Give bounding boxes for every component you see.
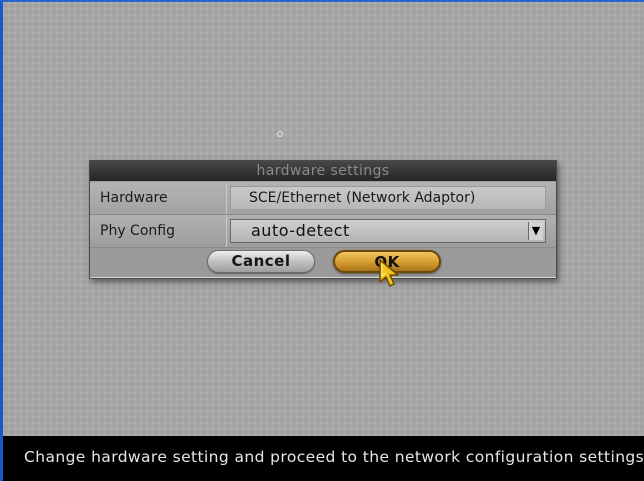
row-divider [226, 182, 227, 214]
hand-pointer-icon [379, 259, 399, 287]
hardware-value: SCE/Ethernet (Network Adaptor) [249, 190, 476, 206]
phy-config-value: auto-detect [251, 221, 350, 240]
screen-frame-left [0, 0, 3, 481]
dropdown-arrow-icon[interactable]: ▼ [528, 222, 543, 240]
hardware-row: Hardware SCE/Ethernet (Network Adaptor) [90, 182, 556, 215]
hardware-value-field[interactable]: SCE/Ethernet (Network Adaptor) [230, 186, 546, 210]
row-divider [226, 215, 227, 247]
status-bar: Change hardware setting and proceed to t… [3, 436, 644, 481]
circle-marker-icon [277, 131, 283, 137]
phy-config-select[interactable]: auto-detect ▼ [230, 219, 546, 243]
cancel-button[interactable]: Cancel [207, 250, 315, 273]
dialog-title: hardware settings [90, 161, 556, 181]
phy-config-label: Phy Config [100, 223, 175, 239]
hardware-label: Hardware [100, 190, 168, 206]
hardware-settings-dialog: hardware settings Hardware SCE/Ethernet … [89, 160, 557, 279]
screen-frame-top [0, 0, 644, 2]
status-message: Change hardware setting and proceed to t… [24, 448, 644, 466]
phy-config-row: Phy Config auto-detect ▼ [90, 215, 556, 248]
